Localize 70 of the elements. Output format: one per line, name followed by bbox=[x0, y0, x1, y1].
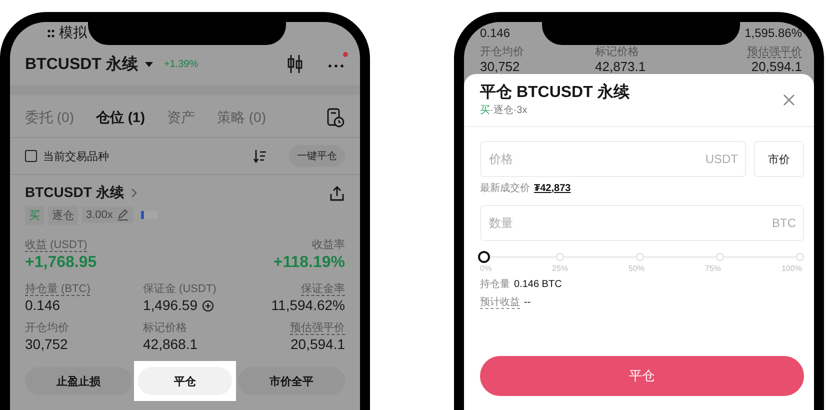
margin-mode-tag: 逐仓 bbox=[48, 206, 78, 224]
stat-label: 标记价格 bbox=[595, 46, 640, 59]
slider-tick[interactable] bbox=[636, 253, 644, 261]
stat-label: 保证金率 bbox=[301, 282, 345, 297]
stat-value: 42,868.1 bbox=[143, 336, 198, 353]
stat-value: 30,752 bbox=[25, 336, 68, 353]
sheet-subtitle: 买·逐仓·3x bbox=[480, 104, 528, 118]
stat-value: 30,752 bbox=[480, 59, 521, 74]
stat-label: 标记价格 bbox=[143, 321, 187, 336]
status-text: 模拟 bbox=[59, 24, 87, 40]
share-icon[interactable] bbox=[329, 184, 345, 202]
action-button[interactable]: 平仓 bbox=[138, 367, 232, 395]
stat-value: 0.146 bbox=[25, 297, 60, 314]
market-price-button[interactable]: 市价 bbox=[754, 141, 804, 177]
leverage-text: 3.00x bbox=[86, 209, 113, 221]
symbol-title[interactable]: BTCUSDT 永续 bbox=[25, 54, 138, 74]
close-position-button[interactable]: 平仓 bbox=[480, 356, 804, 396]
tick-label: 50% bbox=[628, 263, 645, 275]
slider-tick[interactable] bbox=[796, 253, 804, 261]
last-price-label: 最新成交价 bbox=[480, 182, 530, 195]
sheet-title: 平仓 BTCUSDT 永续 bbox=[480, 82, 630, 103]
candlestick-icon[interactable] bbox=[287, 54, 303, 74]
slider-tick[interactable] bbox=[556, 253, 564, 261]
last-price-link[interactable]: ₮42,873 bbox=[534, 182, 571, 194]
stat-label: 开仓均价 bbox=[25, 321, 69, 336]
slider-tick[interactable] bbox=[716, 253, 724, 261]
tick-label: 75% bbox=[705, 263, 722, 275]
price-change: +1.39% bbox=[164, 58, 198, 70]
chevron-icon[interactable] bbox=[130, 188, 138, 198]
info-label: 预计收益 bbox=[480, 296, 520, 310]
stat-value: 11,594.62% bbox=[271, 297, 345, 314]
unit-label: USDT bbox=[705, 152, 738, 166]
checkbox-label: 当前交易品种 bbox=[43, 150, 109, 164]
sort-icon[interactable] bbox=[253, 149, 267, 163]
pencil-icon[interactable] bbox=[116, 209, 129, 221]
stat-label: 预估强平价 bbox=[290, 321, 345, 336]
stat-value: 20,594.1 bbox=[290, 336, 345, 353]
stat-value: 1,496.59 bbox=[143, 297, 198, 314]
tab[interactable]: 仓位 (1) bbox=[96, 109, 145, 127]
stat-value: 0.146 bbox=[480, 26, 510, 40]
stat-label: 保证金 (USDT) bbox=[143, 282, 216, 297]
tick-label: 25% bbox=[552, 263, 568, 275]
info-value: -- bbox=[524, 296, 531, 310]
unit-label: BTC bbox=[772, 216, 796, 230]
stat-label: 持仓量 (BTC) bbox=[25, 282, 90, 297]
stat-value: 42,873.1 bbox=[595, 59, 647, 74]
action-button[interactable]: 市价全平 bbox=[238, 367, 346, 395]
stat-value: 20,594.1 bbox=[751, 59, 802, 74]
dropdown-icon[interactable] bbox=[144, 60, 154, 68]
close-icon[interactable] bbox=[782, 93, 796, 107]
info-value: 0.146 BTC bbox=[514, 278, 562, 292]
stat-label: 收益率 bbox=[312, 238, 345, 253]
pnl-rate-value: +118.19% bbox=[273, 253, 345, 273]
pnl-value: +1,768.95 bbox=[25, 253, 97, 273]
close-all-button[interactable]: 一键平仓 bbox=[289, 145, 345, 167]
stat-label: 开仓均价 bbox=[480, 46, 525, 59]
stat-value: 1,595.86% bbox=[744, 26, 802, 40]
slider-thumb[interactable] bbox=[478, 251, 490, 263]
stat-label: 收益 (USDT) bbox=[25, 238, 88, 253]
action-button[interactable]: 止盈止损 bbox=[25, 367, 132, 395]
stat-label: 预估强平价 bbox=[747, 46, 802, 59]
position-symbol[interactable]: BTCUSDT 永续 bbox=[25, 184, 124, 202]
tick-label: 100% bbox=[781, 263, 802, 275]
leverage-tag[interactable]: 3.00x bbox=[82, 207, 133, 223]
history-icon[interactable] bbox=[326, 108, 345, 128]
side-tag: 买 bbox=[25, 206, 44, 224]
add-circle-icon[interactable] bbox=[202, 300, 214, 312]
info-label: 持仓量 bbox=[480, 278, 510, 292]
checkbox[interactable] bbox=[25, 150, 37, 162]
tick-label: 0% bbox=[480, 263, 492, 275]
